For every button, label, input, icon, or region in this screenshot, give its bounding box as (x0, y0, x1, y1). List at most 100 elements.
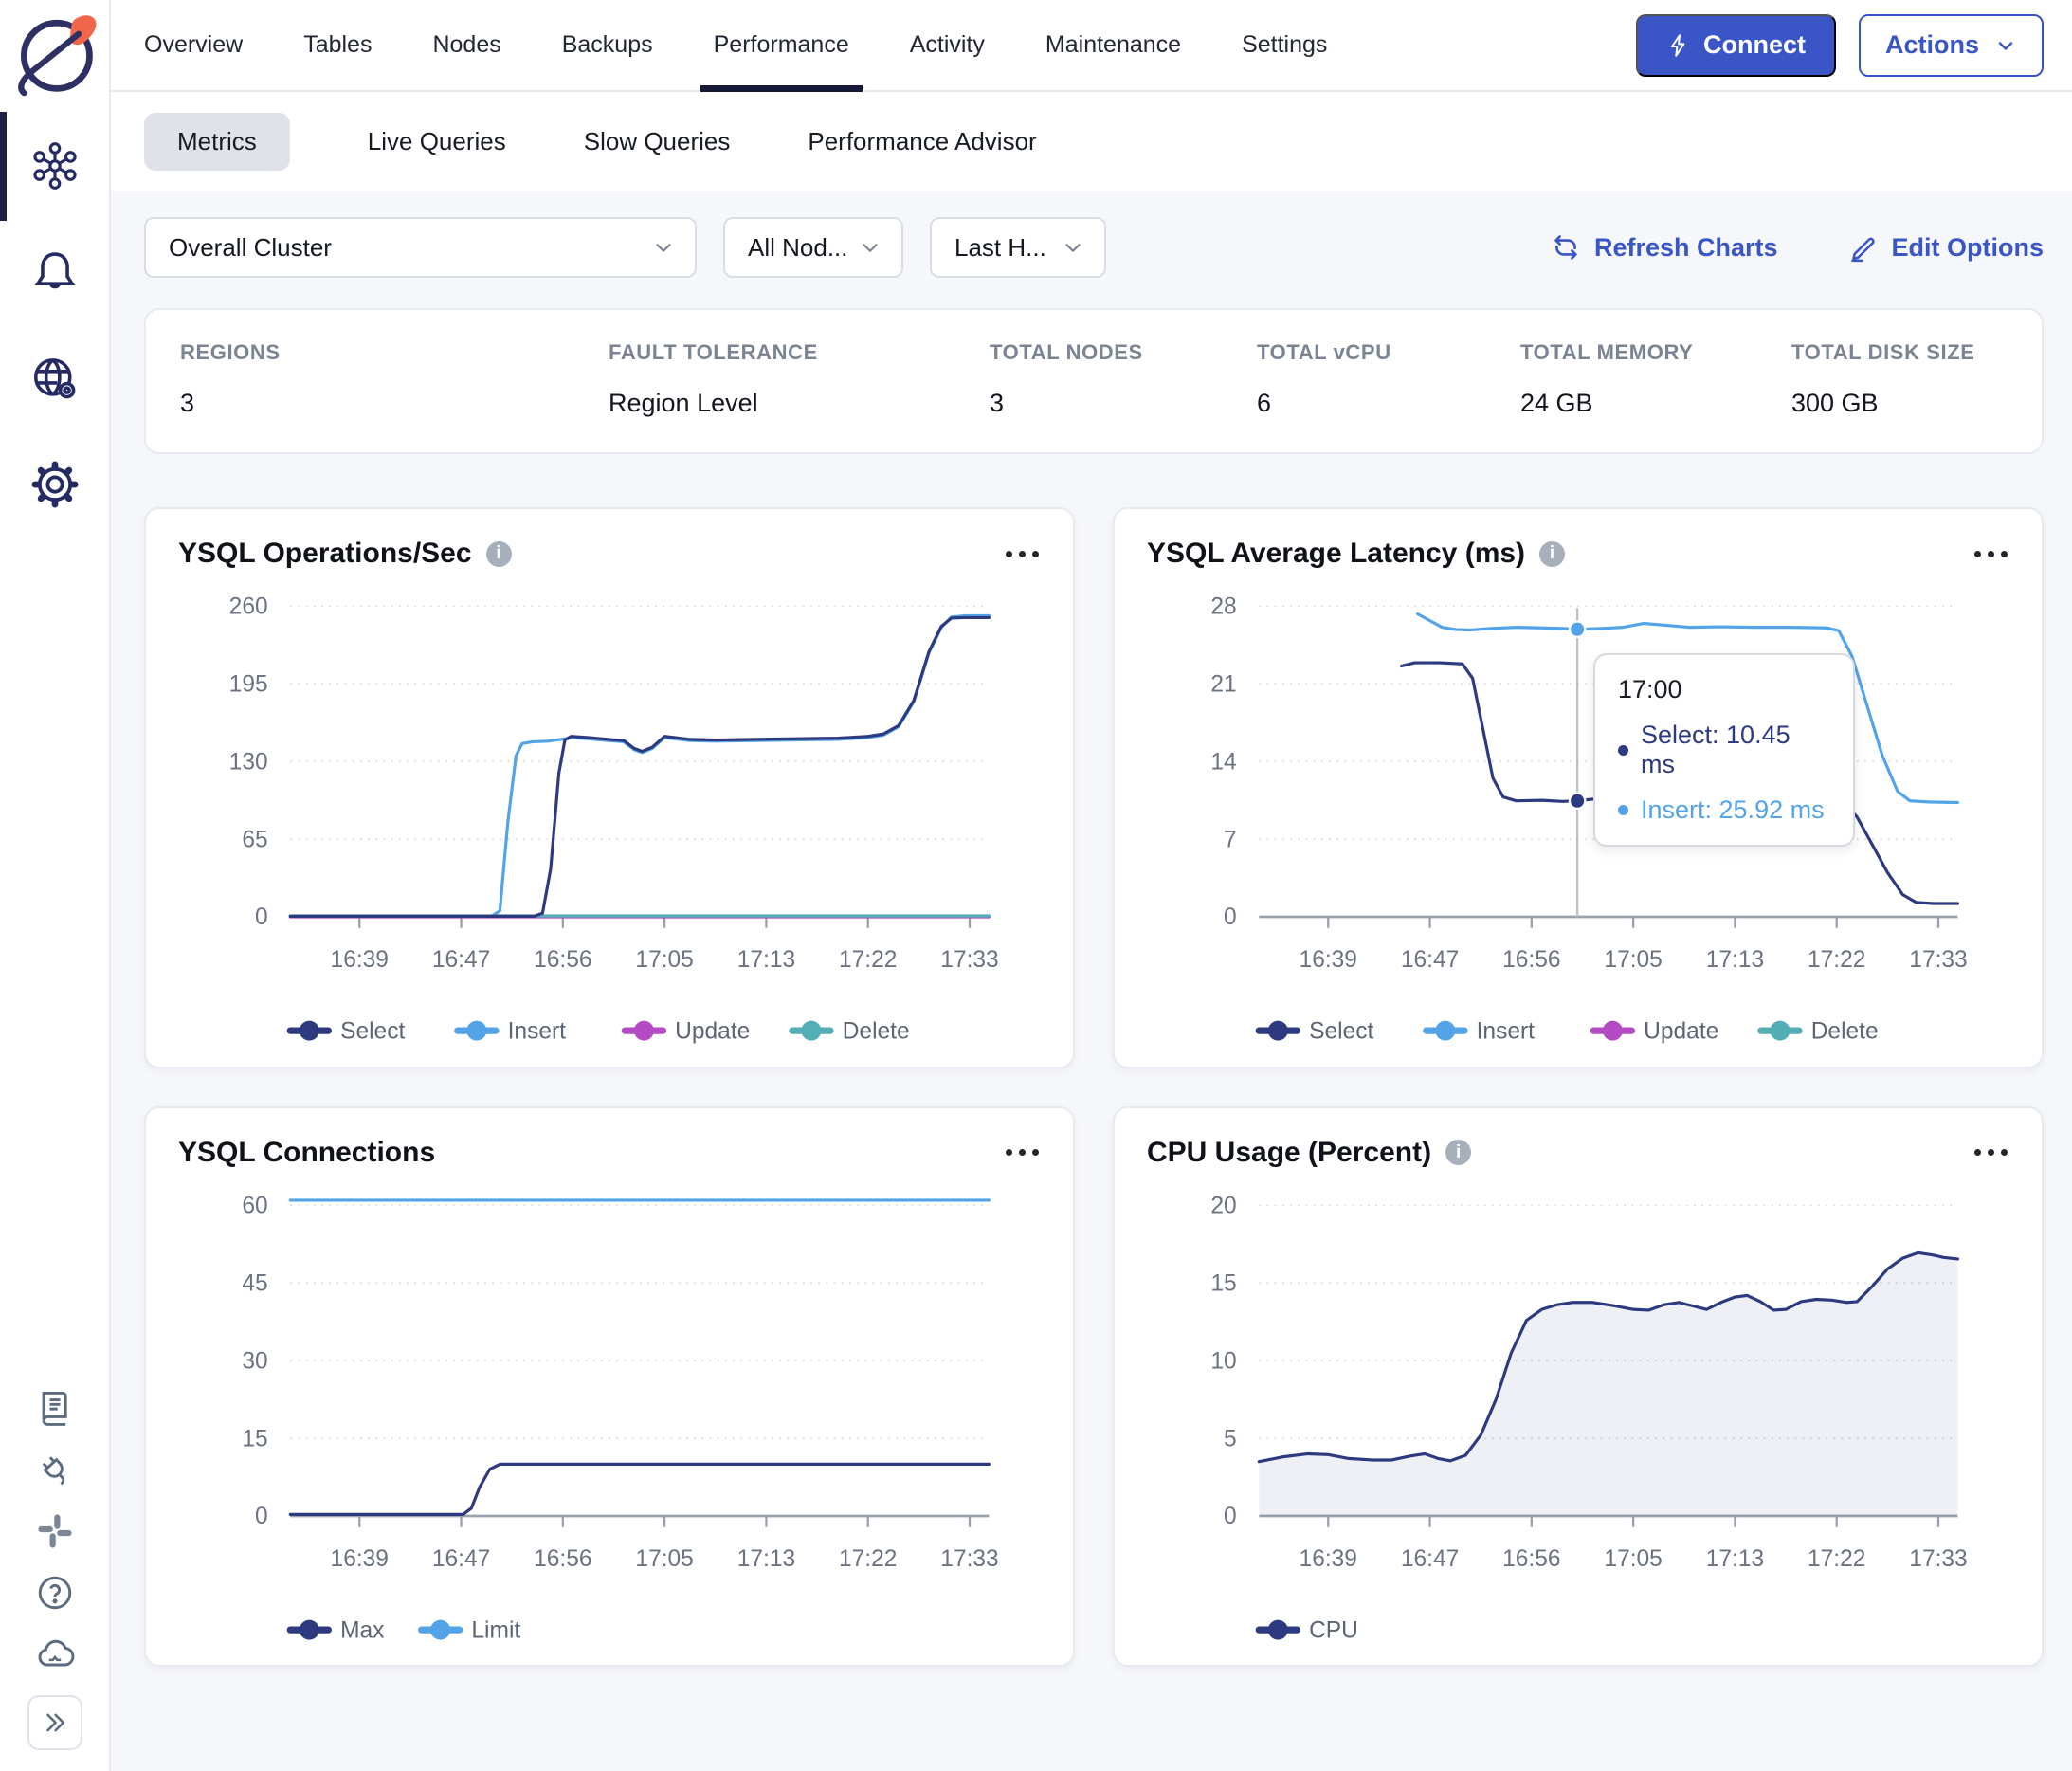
edit-options-link[interactable]: Edit Options (1848, 232, 2044, 263)
svg-text:Delete: Delete (843, 1018, 910, 1044)
chart-title: CPU Usage (Percent) (1147, 1136, 1432, 1168)
stat-label: REGIONS (180, 340, 281, 364)
svg-text:16:56: 16:56 (534, 947, 591, 973)
ysql-connections-chart: 0 15 30 45 60 16:39 16:47 16:56 17:05 17:13 17:22 1… (242, 1193, 998, 1643)
connect-button-label: Connect (1702, 30, 1806, 59)
svg-text:16:56: 16:56 (534, 1545, 591, 1571)
svg-text:17:13: 17:13 (1706, 947, 1764, 973)
tab-performance[interactable]: Performance (700, 0, 863, 92)
cpu-usage-chart: 0 5 10 15 20 16:39 16:47 16:56 17:05 17:13 17:22 17… (1210, 1193, 1967, 1643)
select-series-dot (1618, 744, 1628, 756)
stat-total-vcpu: TOTAL vCPU 6 (1257, 340, 1520, 418)
svg-text:Delete: Delete (1811, 1018, 1879, 1044)
sidebar-item-clusters[interactable] (29, 140, 81, 192)
sidebar-item-network[interactable] (29, 353, 81, 404)
nodes-select[interactable]: All Nod... (723, 217, 903, 278)
svg-text:20: 20 (1210, 1193, 1236, 1218)
svg-text:260: 260 (229, 594, 268, 620)
yugabyte-logo[interactable] (9, 6, 100, 100)
svg-text:0: 0 (255, 904, 268, 930)
chevron-down-icon (1065, 244, 1081, 252)
filter-row: Overall Cluster All Nod... Last H... Ref… (144, 217, 2044, 278)
sidebar-item-status[interactable] (34, 1634, 76, 1675)
active-rail-indicator (0, 112, 7, 221)
subtab-performance-advisor[interactable]: Performance Advisor (808, 127, 1036, 156)
svg-text:21: 21 (1210, 671, 1236, 697)
cluster-select-value: Overall Cluster (169, 232, 332, 262)
tab-tables[interactable]: Tables (303, 0, 372, 90)
stat-fault-tolerance: FAULT TOLERANCE Region Level (609, 340, 990, 418)
time-range-select[interactable]: Last H... (930, 217, 1106, 278)
subtab-metrics[interactable]: Metrics (144, 112, 290, 171)
help-icon (38, 1576, 71, 1610)
subtab-live-queries[interactable]: Live Queries (368, 127, 506, 156)
svg-text:60: 60 (242, 1193, 267, 1218)
svg-text:65: 65 (242, 827, 267, 852)
svg-text:17:13: 17:13 (1706, 1545, 1764, 1571)
main-area: Overview Tables Nodes Backups Performanc… (111, 0, 2072, 1771)
double-chevron-right-icon (45, 1713, 64, 1732)
svg-text:16:39: 16:39 (1300, 947, 1357, 973)
subtab-slow-queries[interactable]: Slow Queries (584, 127, 731, 156)
stat-label: TOTAL NODES (990, 340, 1143, 364)
svg-text:28: 28 (1210, 594, 1236, 620)
tab-overview[interactable]: Overview (144, 0, 243, 90)
svg-text:5: 5 (1224, 1426, 1237, 1451)
tab-activity[interactable]: Activity (910, 0, 985, 90)
sidebar-item-docs[interactable] (34, 1387, 76, 1429)
svg-text:17:33: 17:33 (940, 947, 998, 973)
svg-text:17:13: 17:13 (737, 1545, 795, 1571)
actions-button-label: Actions (1884, 30, 1979, 59)
sidebar-item-alerts[interactable] (29, 246, 81, 298)
chart-menu-button[interactable] (1004, 1140, 1041, 1165)
svg-text:16:39: 16:39 (1300, 1545, 1357, 1571)
cluster-select[interactable]: Overall Cluster (144, 217, 697, 278)
svg-text:17:33: 17:33 (940, 1545, 998, 1571)
chevron-down-icon (656, 244, 671, 252)
chevron-down-icon (863, 244, 878, 252)
gear-icon (30, 461, 79, 508)
svg-text:17:22: 17:22 (839, 1545, 897, 1571)
chart-menu-button[interactable] (1972, 1140, 2009, 1165)
tab-backups[interactable]: Backups (562, 0, 653, 90)
tooltip-time: 17:00 (1618, 675, 1682, 703)
top-actions: Connect Actions (1635, 13, 2044, 77)
svg-text:16:47: 16:47 (432, 1545, 490, 1571)
svg-text:17:05: 17:05 (1604, 1545, 1662, 1571)
connect-button[interactable]: Connect (1635, 13, 1836, 77)
info-icon[interactable]: i (485, 540, 512, 567)
sidebar (0, 0, 111, 1771)
svg-text:0: 0 (255, 1504, 268, 1529)
svg-text:17:22: 17:22 (839, 947, 897, 973)
app-window: Overview Tables Nodes Backups Performanc… (0, 0, 2072, 1771)
plug-icon (42, 1456, 64, 1486)
refresh-charts-label: Refresh Charts (1593, 232, 1778, 262)
chart-menu-button[interactable] (1972, 541, 2009, 567)
svg-text:Select: Select (340, 1018, 405, 1044)
svg-text:17:22: 17:22 (1808, 1545, 1865, 1571)
tab-nodes[interactable]: Nodes (432, 0, 500, 90)
chart-action-links: Refresh Charts Edit Options (1551, 232, 2044, 263)
svg-text:7: 7 (1224, 827, 1237, 852)
sidebar-item-help[interactable] (34, 1572, 76, 1614)
info-icon[interactable]: i (1445, 1140, 1472, 1166)
sidebar-expand-button[interactable] (27, 1695, 82, 1750)
planet-logo-icon (17, 15, 96, 97)
tooltip-insert-row: Insert: 25.92 ms (1618, 795, 1830, 825)
sidebar-item-settings[interactable] (29, 459, 81, 510)
stat-value: 3 (180, 389, 195, 417)
sidebar-bottom-icons (27, 1387, 82, 1750)
tab-settings[interactable]: Settings (1242, 0, 1327, 90)
refresh-charts-link[interactable]: Refresh Charts (1551, 232, 1778, 263)
chart-header: YSQL Operations/Sec i (178, 538, 1041, 570)
cpu-usage-chart-card: CPU Usage (Percent) i 0 5 10 15 20 16:39 16:47… (1113, 1105, 2044, 1668)
info-icon[interactable]: i (1539, 540, 1566, 567)
svg-text:130: 130 (229, 749, 268, 775)
sidebar-item-integrations[interactable] (34, 1449, 76, 1490)
actions-button[interactable]: Actions (1858, 13, 2044, 77)
chart-menu-button[interactable] (1004, 541, 1041, 567)
sidebar-item-slack[interactable] (34, 1510, 76, 1552)
tab-maintenance[interactable]: Maintenance (1045, 0, 1181, 90)
cluster-stats-card: REGIONS 3 FAULT TOLERANCE Region Level T… (144, 308, 2044, 454)
stat-total-disk-size: TOTAL DISK SIZE 300 GB (1791, 340, 2042, 418)
